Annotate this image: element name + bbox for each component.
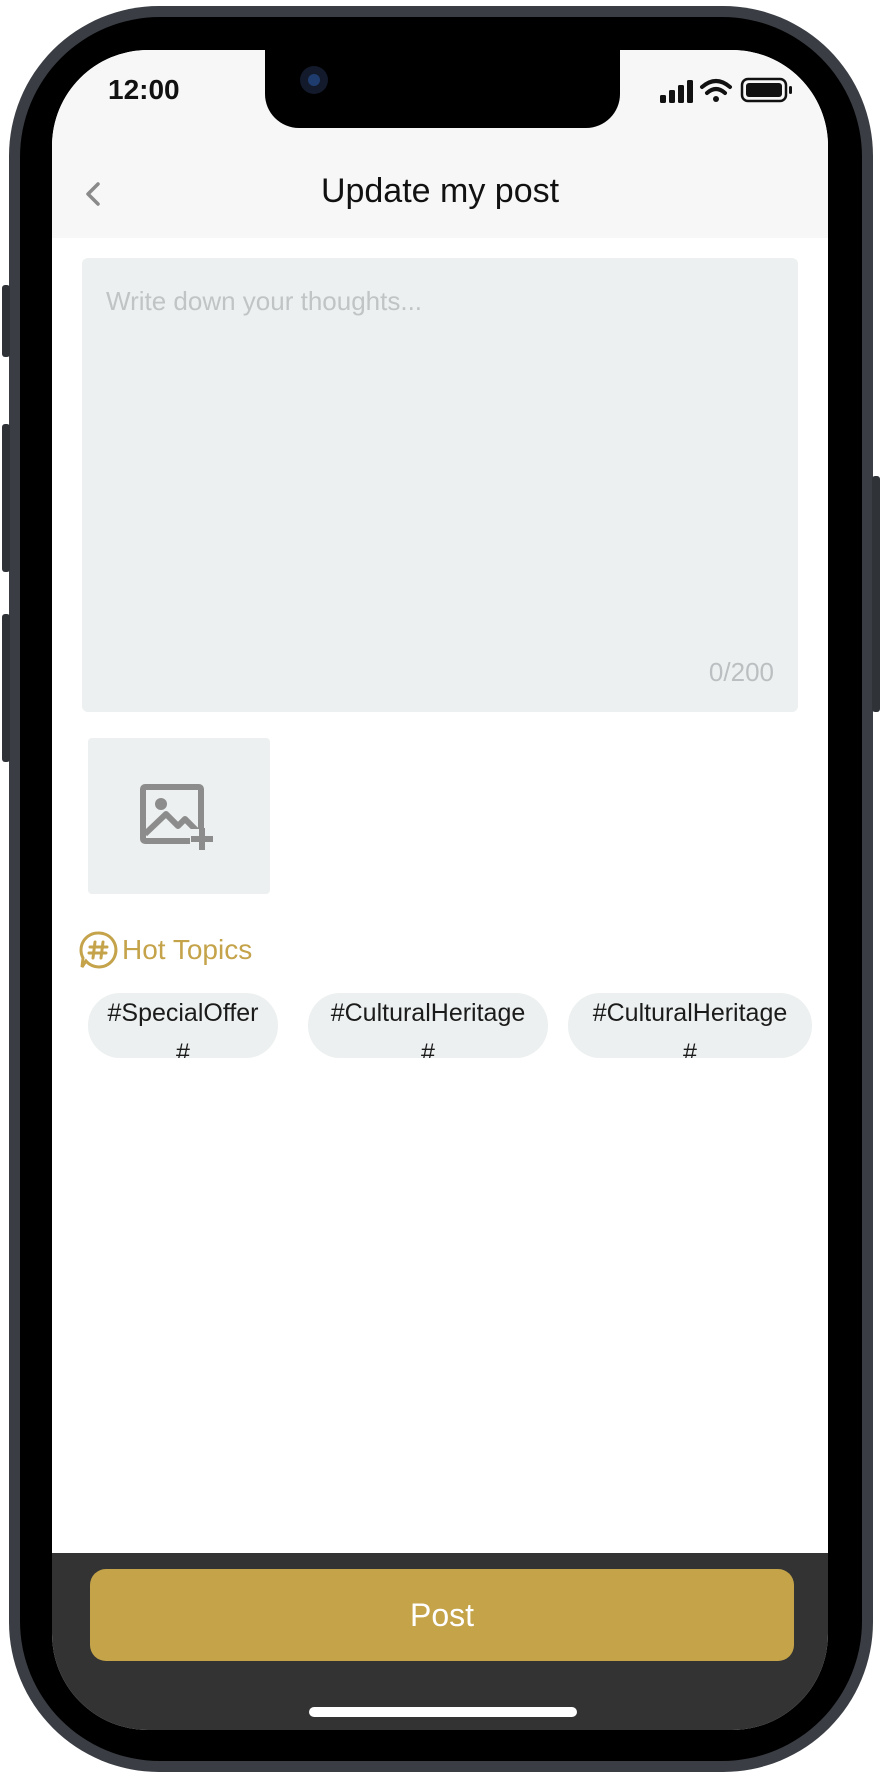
topic-chip-text: #: [421, 1039, 435, 1058]
page-title: Update my post: [320, 172, 560, 210]
character-counter: 0/200: [708, 657, 774, 687]
home-indicator: [309, 1707, 577, 1717]
bottom-bar: Post: [52, 1553, 828, 1730]
status-time: 12:00: [108, 74, 180, 105]
topic-chip-special-offer[interactable]: #SpecialOffer #: [88, 993, 278, 1058]
phone-side-button: [2, 424, 10, 572]
hashtag-chat-icon: [79, 931, 118, 969]
topic-chip-text: #SpecialOffer: [107, 999, 259, 1027]
topic-chip-cultural-heritage[interactable]: #CulturalHeritage #: [308, 993, 548, 1058]
add-image-icon: [140, 784, 214, 850]
topic-chip-text: #: [176, 1039, 190, 1058]
status-bar: 12:00: [52, 50, 828, 152]
battery-icon: [740, 77, 792, 103]
post-button[interactable]: Post: [90, 1569, 794, 1661]
header: Update my post: [52, 152, 828, 238]
hot-topics-label: Hot Topics: [122, 934, 253, 965]
phone-side-button: [2, 614, 10, 762]
thought-input[interactable]: [104, 284, 778, 648]
topic-chip-text: #CulturalHeritage: [330, 999, 526, 1027]
topic-chip-text: #: [683, 1039, 697, 1058]
status-indicators: [660, 77, 792, 103]
topic-chip-text: #CulturalHeritage: [592, 999, 788, 1027]
add-image-button[interactable]: [88, 738, 270, 894]
phone-side-button: [872, 476, 880, 712]
phone-side-button: [2, 285, 10, 357]
front-camera: [300, 66, 328, 94]
topic-chip-cultural-heritage[interactable]: #CulturalHeritage #: [568, 993, 812, 1058]
status-icons: [660, 76, 800, 104]
screen: 12:00 Update my post Write down your tho…: [52, 50, 828, 1730]
wifi-icon: [700, 79, 732, 102]
signal-icon: [660, 80, 693, 103]
thought-box: 0/200: [82, 258, 798, 712]
